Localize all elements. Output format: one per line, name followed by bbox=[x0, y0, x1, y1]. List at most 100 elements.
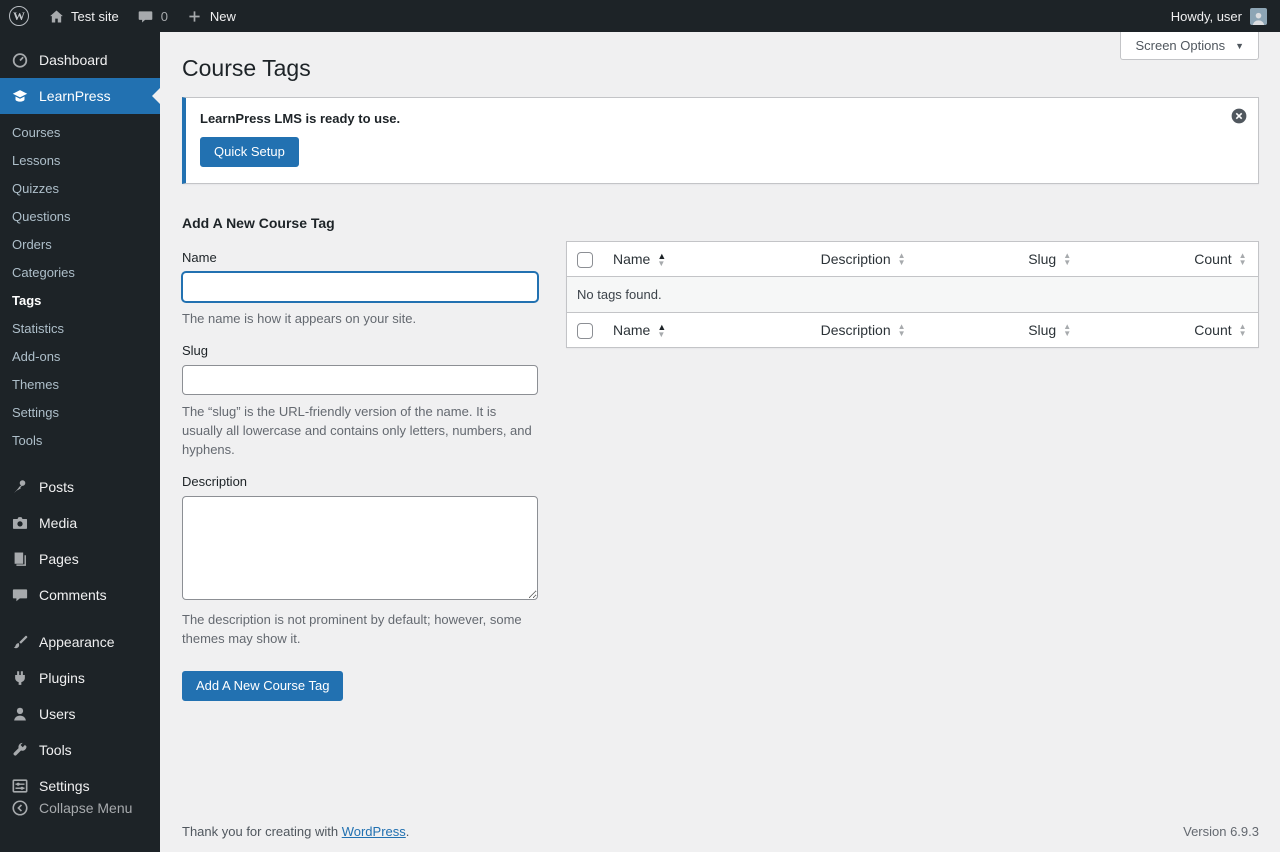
sidebar-item-plugins[interactable]: Plugins bbox=[0, 660, 160, 696]
slug-input[interactable] bbox=[182, 365, 538, 395]
comments-count: 0 bbox=[160, 8, 168, 24]
sidebar-item-themes[interactable]: Themes bbox=[0, 371, 160, 399]
page-title: Course Tags bbox=[182, 55, 311, 81]
footer-version: Version 6.9.3 bbox=[1183, 824, 1259, 839]
user-icon bbox=[10, 704, 30, 724]
menu-separator bbox=[0, 613, 160, 624]
sidebar-item-comments[interactable]: Comments bbox=[0, 577, 160, 613]
sort-by-count-link-bottom[interactable]: Count ▲ ▼ bbox=[1194, 320, 1246, 340]
sort-indicator-icon: ▲ ▼ bbox=[657, 321, 667, 339]
sort-by-slug-link-bottom[interactable]: Slug ▲ ▼ bbox=[1028, 320, 1071, 340]
sort-by-count-link[interactable]: Count ▲ ▼ bbox=[1194, 249, 1246, 269]
sidebar-item-tools[interactable]: Tools bbox=[0, 732, 160, 768]
sidebar-item-quizzes[interactable]: Quizzes bbox=[0, 175, 160, 203]
column-header-count: Count bbox=[1194, 251, 1232, 267]
wordpress-menu[interactable]: W bbox=[0, 0, 38, 32]
column-header-description: Description bbox=[820, 251, 891, 267]
table-header-row: Name ▲ ▼ Description ▲ ▼ Slug ▲ ▼ Count … bbox=[566, 241, 1259, 277]
sidebar-item-label: Tools bbox=[39, 742, 72, 758]
sidebar-item-learnpress[interactable]: LearnPress bbox=[0, 78, 160, 114]
name-input[interactable] bbox=[182, 272, 538, 302]
sidebar-item-courses[interactable]: Courses bbox=[0, 119, 160, 147]
wordpress-link[interactable]: WordPress bbox=[342, 824, 406, 839]
sort-indicator-icon: ▲ ▼ bbox=[1063, 322, 1072, 338]
notice-message: LearnPress LMS is ready to use. bbox=[200, 111, 401, 126]
sidebar-item-label: Posts bbox=[39, 479, 75, 495]
quick-setup-button[interactable]: Quick Setup bbox=[200, 137, 299, 167]
add-tag-submit-button[interactable]: Add A New Course Tag bbox=[182, 671, 344, 701]
screen-options-label: Screen Options bbox=[1135, 38, 1226, 53]
admin-bar: W Test site 0 New Howdy, user bbox=[0, 0, 1280, 32]
site-name-link[interactable]: Test site bbox=[38, 0, 128, 32]
new-content-link[interactable]: New bbox=[177, 0, 245, 32]
sidebar-item-users[interactable]: Users bbox=[0, 696, 160, 732]
table-footer-row: Name ▲ ▼ Description ▲ ▼ Slug ▲ ▼ Count … bbox=[566, 312, 1259, 348]
sort-by-slug-link[interactable]: Slug ▲ ▼ bbox=[1028, 249, 1071, 269]
sidebar-item-questions[interactable]: Questions bbox=[0, 203, 160, 231]
sidebar-item-addons[interactable]: Add-ons bbox=[0, 343, 160, 371]
circle-arrow-left-icon bbox=[10, 798, 30, 818]
sort-indicator-icon: ▲ ▼ bbox=[657, 250, 667, 268]
select-all-checkbox-bottom[interactable] bbox=[577, 323, 593, 340]
sidebar-item-lp-settings[interactable]: Settings bbox=[0, 399, 160, 427]
admin-footer: Thank you for creating with WordPress. V… bbox=[160, 824, 1280, 852]
column-footer-name: Name bbox=[613, 322, 651, 338]
main-content: Screen Options ▼ Course Tags LearnPress … bbox=[160, 32, 1280, 852]
sort-indicator-icon: ▲ ▼ bbox=[1238, 251, 1247, 267]
sidebar-item-orders[interactable]: Orders bbox=[0, 231, 160, 259]
avatar bbox=[1250, 7, 1267, 25]
column-footer-description: Description bbox=[820, 322, 891, 338]
sidebar-item-pages[interactable]: Pages bbox=[0, 541, 160, 577]
sidebar-item-categories[interactable]: Categories bbox=[0, 259, 160, 287]
sidebar-item-lp-tools[interactable]: Tools bbox=[0, 427, 160, 455]
sidebar-item-label: Pages bbox=[39, 551, 79, 567]
footer-thanks-prefix: Thank you for creating with bbox=[182, 824, 342, 839]
column-footer-count: Count bbox=[1194, 322, 1232, 338]
home-icon bbox=[47, 7, 65, 25]
sidebar-item-dashboard[interactable]: Dashboard bbox=[0, 42, 160, 78]
sort-by-description-link[interactable]: Description ▲ ▼ bbox=[821, 249, 906, 269]
admin-sidebar: Dashboard LearnPress Courses Lessons Qui… bbox=[0, 32, 160, 852]
sidebar-item-posts[interactable]: Posts bbox=[0, 469, 160, 505]
sort-by-description-link-bottom[interactable]: Description ▲ ▼ bbox=[821, 320, 906, 340]
sidebar-item-lessons[interactable]: Lessons bbox=[0, 147, 160, 175]
screen-options-button[interactable]: Screen Options ▼ bbox=[1120, 32, 1259, 60]
comments-link[interactable]: 0 bbox=[128, 0, 177, 32]
sidebar-item-statistics[interactable]: Statistics bbox=[0, 315, 160, 343]
no-tags-message: No tags found. bbox=[566, 276, 1259, 313]
description-help-text: The description is not prominent by defa… bbox=[182, 612, 522, 646]
sidebar-item-label: Dashboard bbox=[39, 52, 108, 68]
learnpress-notice: LearnPress LMS is ready to use. Quick Se… bbox=[182, 97, 1259, 184]
sort-indicator-icon: ▲ ▼ bbox=[897, 251, 906, 267]
add-tag-form: Add A New Course Tag Name The name is ho… bbox=[182, 215, 538, 701]
sidebar-item-tags[interactable]: Tags bbox=[0, 287, 160, 315]
column-footer-slug: Slug bbox=[1028, 322, 1057, 338]
select-all-checkbox[interactable] bbox=[577, 252, 593, 269]
new-label: New bbox=[209, 8, 236, 24]
sidebar-item-label: Comments bbox=[39, 587, 107, 603]
tags-list: Name ▲ ▼ Description ▲ ▼ Slug ▲ ▼ Count … bbox=[566, 241, 1259, 348]
sort-indicator-icon: ▲ ▼ bbox=[897, 322, 906, 338]
pages-icon bbox=[10, 549, 30, 569]
sidebar-item-label: Collapse Menu bbox=[39, 800, 133, 816]
pushpin-icon bbox=[10, 477, 30, 497]
account-menu[interactable]: Howdy, user bbox=[1162, 0, 1276, 32]
learnpress-icon bbox=[10, 86, 30, 106]
dismiss-notice-icon[interactable] bbox=[1230, 107, 1248, 125]
column-header-name: Name bbox=[613, 251, 651, 267]
description-label: Description bbox=[182, 474, 248, 489]
comment-bubble-icon bbox=[10, 585, 30, 605]
wordpress-logo-icon: W bbox=[9, 6, 29, 26]
sidebar-item-appearance[interactable]: Appearance bbox=[0, 624, 160, 660]
slug-help-text: The “slug” is the URL-friendly version o… bbox=[182, 404, 532, 457]
sort-by-name-link[interactable]: Name ▲ ▼ bbox=[613, 249, 666, 269]
sidebar-item-label: Plugins bbox=[39, 670, 85, 686]
footer-thanks-suffix: . bbox=[405, 824, 410, 839]
empty-row: No tags found. bbox=[566, 276, 1259, 313]
sidebar-item-label: Appearance bbox=[39, 634, 115, 650]
comment-bubble-icon bbox=[137, 7, 155, 25]
sort-by-name-link-bottom[interactable]: Name ▲ ▼ bbox=[613, 320, 666, 340]
collapse-menu-button[interactable]: Collapse Menu bbox=[0, 790, 160, 826]
description-textarea[interactable] bbox=[182, 496, 538, 600]
sidebar-item-media[interactable]: Media bbox=[0, 505, 160, 541]
